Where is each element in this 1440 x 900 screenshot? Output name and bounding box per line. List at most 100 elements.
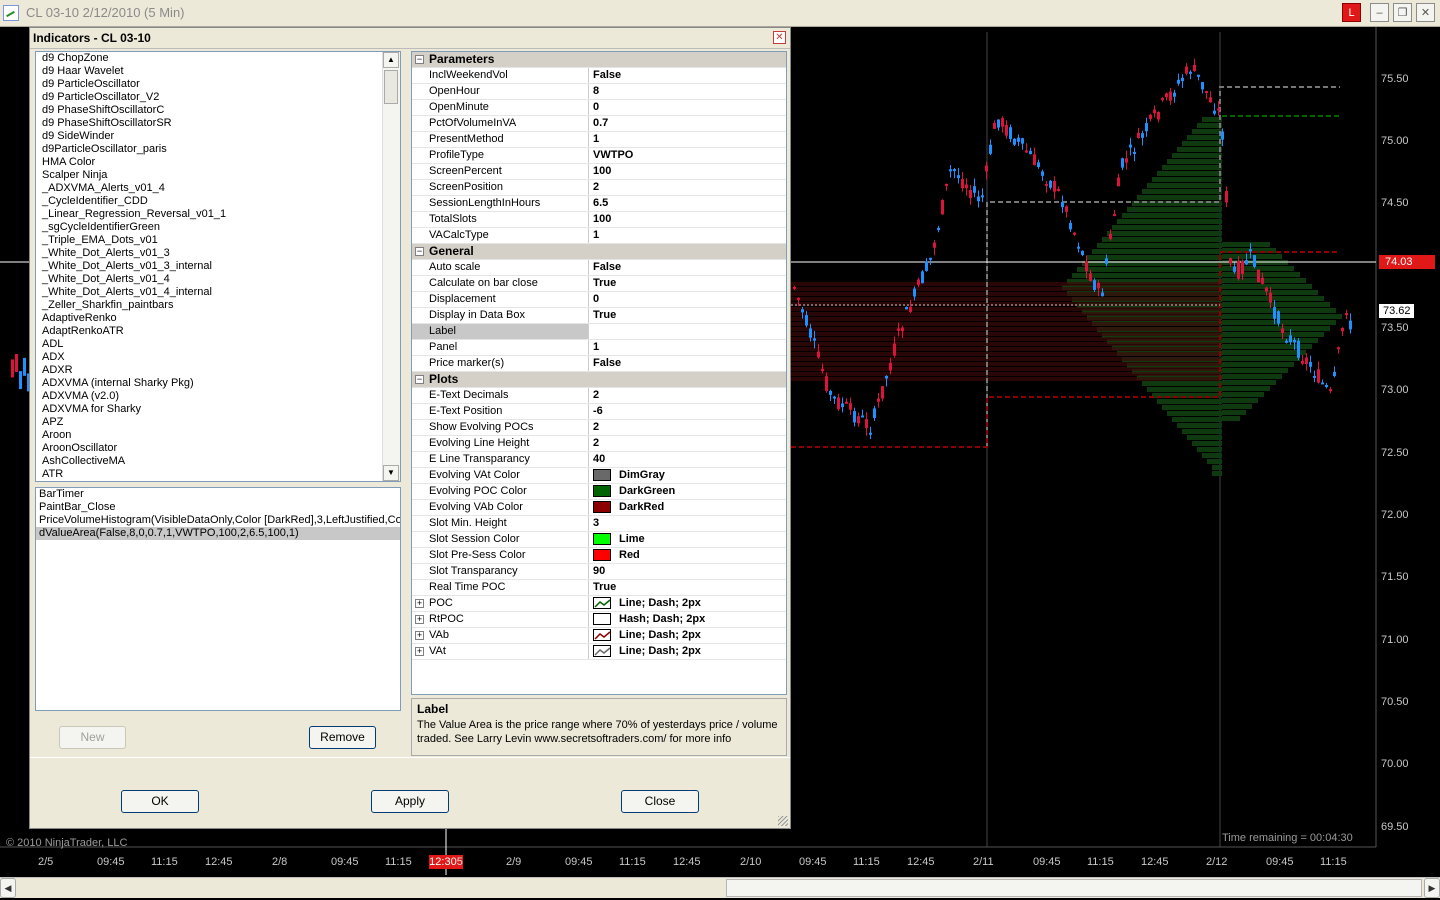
property-value[interactable]: False — [590, 260, 786, 275]
property-value[interactable]: False — [590, 356, 786, 371]
ok-button[interactable]: OK — [121, 790, 199, 813]
property-row[interactable]: PctOfVolumeInVA 0.7 — [412, 116, 786, 132]
property-value[interactable]: 100 — [590, 212, 786, 227]
collapse-icon[interactable]: − — [415, 375, 424, 384]
property-value[interactable]: Lime — [590, 532, 786, 547]
property-row[interactable]: OpenHour 8 — [412, 84, 786, 100]
property-category[interactable]: Plots − — [412, 372, 786, 388]
property-value[interactable]: DarkGreen — [590, 484, 786, 499]
property-value[interactable]: False — [590, 68, 786, 83]
available-indicator-item[interactable]: d9 SideWinder — [36, 130, 400, 143]
property-row[interactable]: InclWeekendVol False — [412, 68, 786, 84]
property-value[interactable]: Red — [590, 548, 786, 563]
available-indicator-item[interactable]: ADXR — [36, 364, 400, 377]
property-row[interactable]: Show Evolving POCs 2 — [412, 420, 786, 436]
property-row[interactable]: E-Text Decimals 2 — [412, 388, 786, 404]
indicator-list-scrollbar[interactable]: ▲ ▼ — [382, 52, 400, 481]
collapse-icon[interactable]: − — [415, 247, 424, 256]
resize-grip-icon[interactable] — [778, 816, 788, 826]
property-grid[interactable]: Parameters − InclWeekendVol False OpenHour 8 O… — [411, 51, 787, 695]
property-value[interactable]: 1 — [590, 228, 786, 243]
available-indicator-item[interactable]: _sgCycleIdentifierGreen — [36, 221, 400, 234]
property-row[interactable]: VACalcType 1 — [412, 228, 786, 244]
property-row[interactable]: E Line Transparancy 40 — [412, 452, 786, 468]
available-indicator-item[interactable]: _Linear_Regression_Reversal_v01_1 — [36, 208, 400, 221]
property-row[interactable]: Slot Session Color Lime — [412, 532, 786, 548]
property-value[interactable]: 8 — [590, 84, 786, 99]
available-indicator-item[interactable]: d9 Haar Wavelet — [36, 65, 400, 78]
property-value[interactable]: Line; Dash; 2px — [590, 628, 786, 643]
scroll-right-icon[interactable]: ▶ — [1424, 878, 1440, 898]
property-category[interactable]: Parameters − — [412, 52, 786, 68]
property-value[interactable]: 0.7 — [590, 116, 786, 131]
available-indicator-item[interactable]: AroonOscillator — [36, 442, 400, 455]
close-window-icon[interactable]: ✕ — [1416, 3, 1435, 22]
applied-indicator-item[interactable]: PaintBar_Close — [36, 501, 400, 514]
dialog-close-icon[interactable]: ✕ — [773, 31, 786, 44]
available-indicator-item[interactable]: ADXVMA (v2.0) — [36, 390, 400, 403]
chart-scrollbar[interactable]: ◀ ▶ — [0, 877, 1440, 898]
collapse-icon[interactable]: − — [415, 55, 424, 64]
available-indicator-item[interactable]: _White_Dot_Alerts_v01_3 — [36, 247, 400, 260]
list-scroll-thumb[interactable] — [384, 70, 398, 104]
property-row[interactable]: Label — [412, 324, 786, 340]
property-value[interactable]: 6.5 — [590, 196, 786, 211]
link-button[interactable]: L — [1342, 3, 1361, 22]
property-value[interactable]: True — [590, 580, 786, 595]
property-value[interactable]: 2 — [590, 436, 786, 451]
property-row[interactable]: OpenMinute 0 — [412, 100, 786, 116]
property-row[interactable]: ScreenPercent 100 — [412, 164, 786, 180]
applied-indicator-item[interactable]: dValueArea(False,8,0,0.7,1,VWTPO,100,2,6… — [36, 527, 400, 540]
property-row[interactable]: PresentMethod 1 — [412, 132, 786, 148]
property-value[interactable]: True — [590, 308, 786, 323]
property-value[interactable]: 40 — [590, 452, 786, 467]
property-row[interactable]: ProfileType VWTPO — [412, 148, 786, 164]
property-row[interactable]: SessionLengthInHours 6.5 — [412, 196, 786, 212]
available-indicator-item[interactable]: d9 ParticleOscillator — [36, 78, 400, 91]
available-indicator-item[interactable]: AdaptiveRenko — [36, 312, 400, 325]
property-value[interactable]: True — [590, 276, 786, 291]
property-value[interactable]: VWTPO — [590, 148, 786, 163]
property-row[interactable]: Displacement 0 — [412, 292, 786, 308]
property-row[interactable]: E-Text Position -6 — [412, 404, 786, 420]
available-indicator-item[interactable]: _CycleIdentifier_CDD — [36, 195, 400, 208]
property-row[interactable]: Price marker(s) False — [412, 356, 786, 372]
property-row[interactable]: TotalSlots 100 — [412, 212, 786, 228]
close-button[interactable]: Close — [621, 790, 699, 813]
property-row[interactable]: Evolving VAb Color DarkRed — [412, 500, 786, 516]
applied-indicator-item[interactable]: BarTimer — [36, 488, 400, 501]
scroll-thumb[interactable] — [726, 879, 1422, 897]
property-row[interactable]: ScreenPosition 2 — [412, 180, 786, 196]
property-row[interactable]: RtPOC + Hash; Dash; 2px — [412, 612, 786, 628]
property-row[interactable]: Evolving Line Height 2 — [412, 436, 786, 452]
property-row[interactable]: Evolving VAt Color DimGray — [412, 468, 786, 484]
available-indicator-item[interactable]: ADXVMA (internal Sharky Pkg) — [36, 377, 400, 390]
minimize-icon[interactable]: – — [1370, 3, 1389, 22]
property-row[interactable]: POC + Line; Dash; 2px — [412, 596, 786, 612]
available-indicator-item[interactable]: _Triple_EMA_Dots_v01 — [36, 234, 400, 247]
scroll-left-icon[interactable]: ◀ — [0, 878, 16, 898]
applied-indicators-list[interactable]: BarTimer PaintBar_Close PriceVolumeHistogr… — [35, 487, 401, 711]
available-indicator-item[interactable]: Aroon — [36, 429, 400, 442]
available-indicator-item[interactable]: _White_Dot_Alerts_v01_4_internal — [36, 286, 400, 299]
property-row[interactable]: VAb + Line; Dash; 2px — [412, 628, 786, 644]
available-indicator-item[interactable]: Scalper Ninja — [36, 169, 400, 182]
available-indicator-item[interactable]: d9ParticleOscillator_paris — [36, 143, 400, 156]
new-button[interactable]: New — [59, 726, 126, 749]
property-value[interactable]: Hash; Dash; 2px — [590, 612, 786, 627]
available-indicator-item[interactable]: HMA Color — [36, 156, 400, 169]
property-value[interactable] — [590, 324, 786, 339]
available-indicators-list[interactable]: d9 ChopZone d9 Haar Wavelet d9 ParticleOsc… — [35, 51, 401, 482]
property-row[interactable]: Auto scale False — [412, 260, 786, 276]
property-value[interactable]: 2 — [590, 420, 786, 435]
available-indicator-item[interactable]: d9 ChopZone — [36, 52, 400, 65]
available-indicator-item[interactable]: _Zeller_Sharkfin_paintbars — [36, 299, 400, 312]
property-row[interactable]: Display in Data Box True — [412, 308, 786, 324]
available-indicator-item[interactable]: APZ — [36, 416, 400, 429]
property-value[interactable]: Line; Dash; 2px — [590, 596, 786, 611]
property-row[interactable]: Slot Pre-Sess Color Red — [412, 548, 786, 564]
property-value[interactable]: 90 — [590, 564, 786, 579]
expand-icon[interactable]: + — [415, 615, 424, 624]
apply-button[interactable]: Apply — [371, 790, 449, 813]
available-indicator-item[interactable]: ADX — [36, 351, 400, 364]
